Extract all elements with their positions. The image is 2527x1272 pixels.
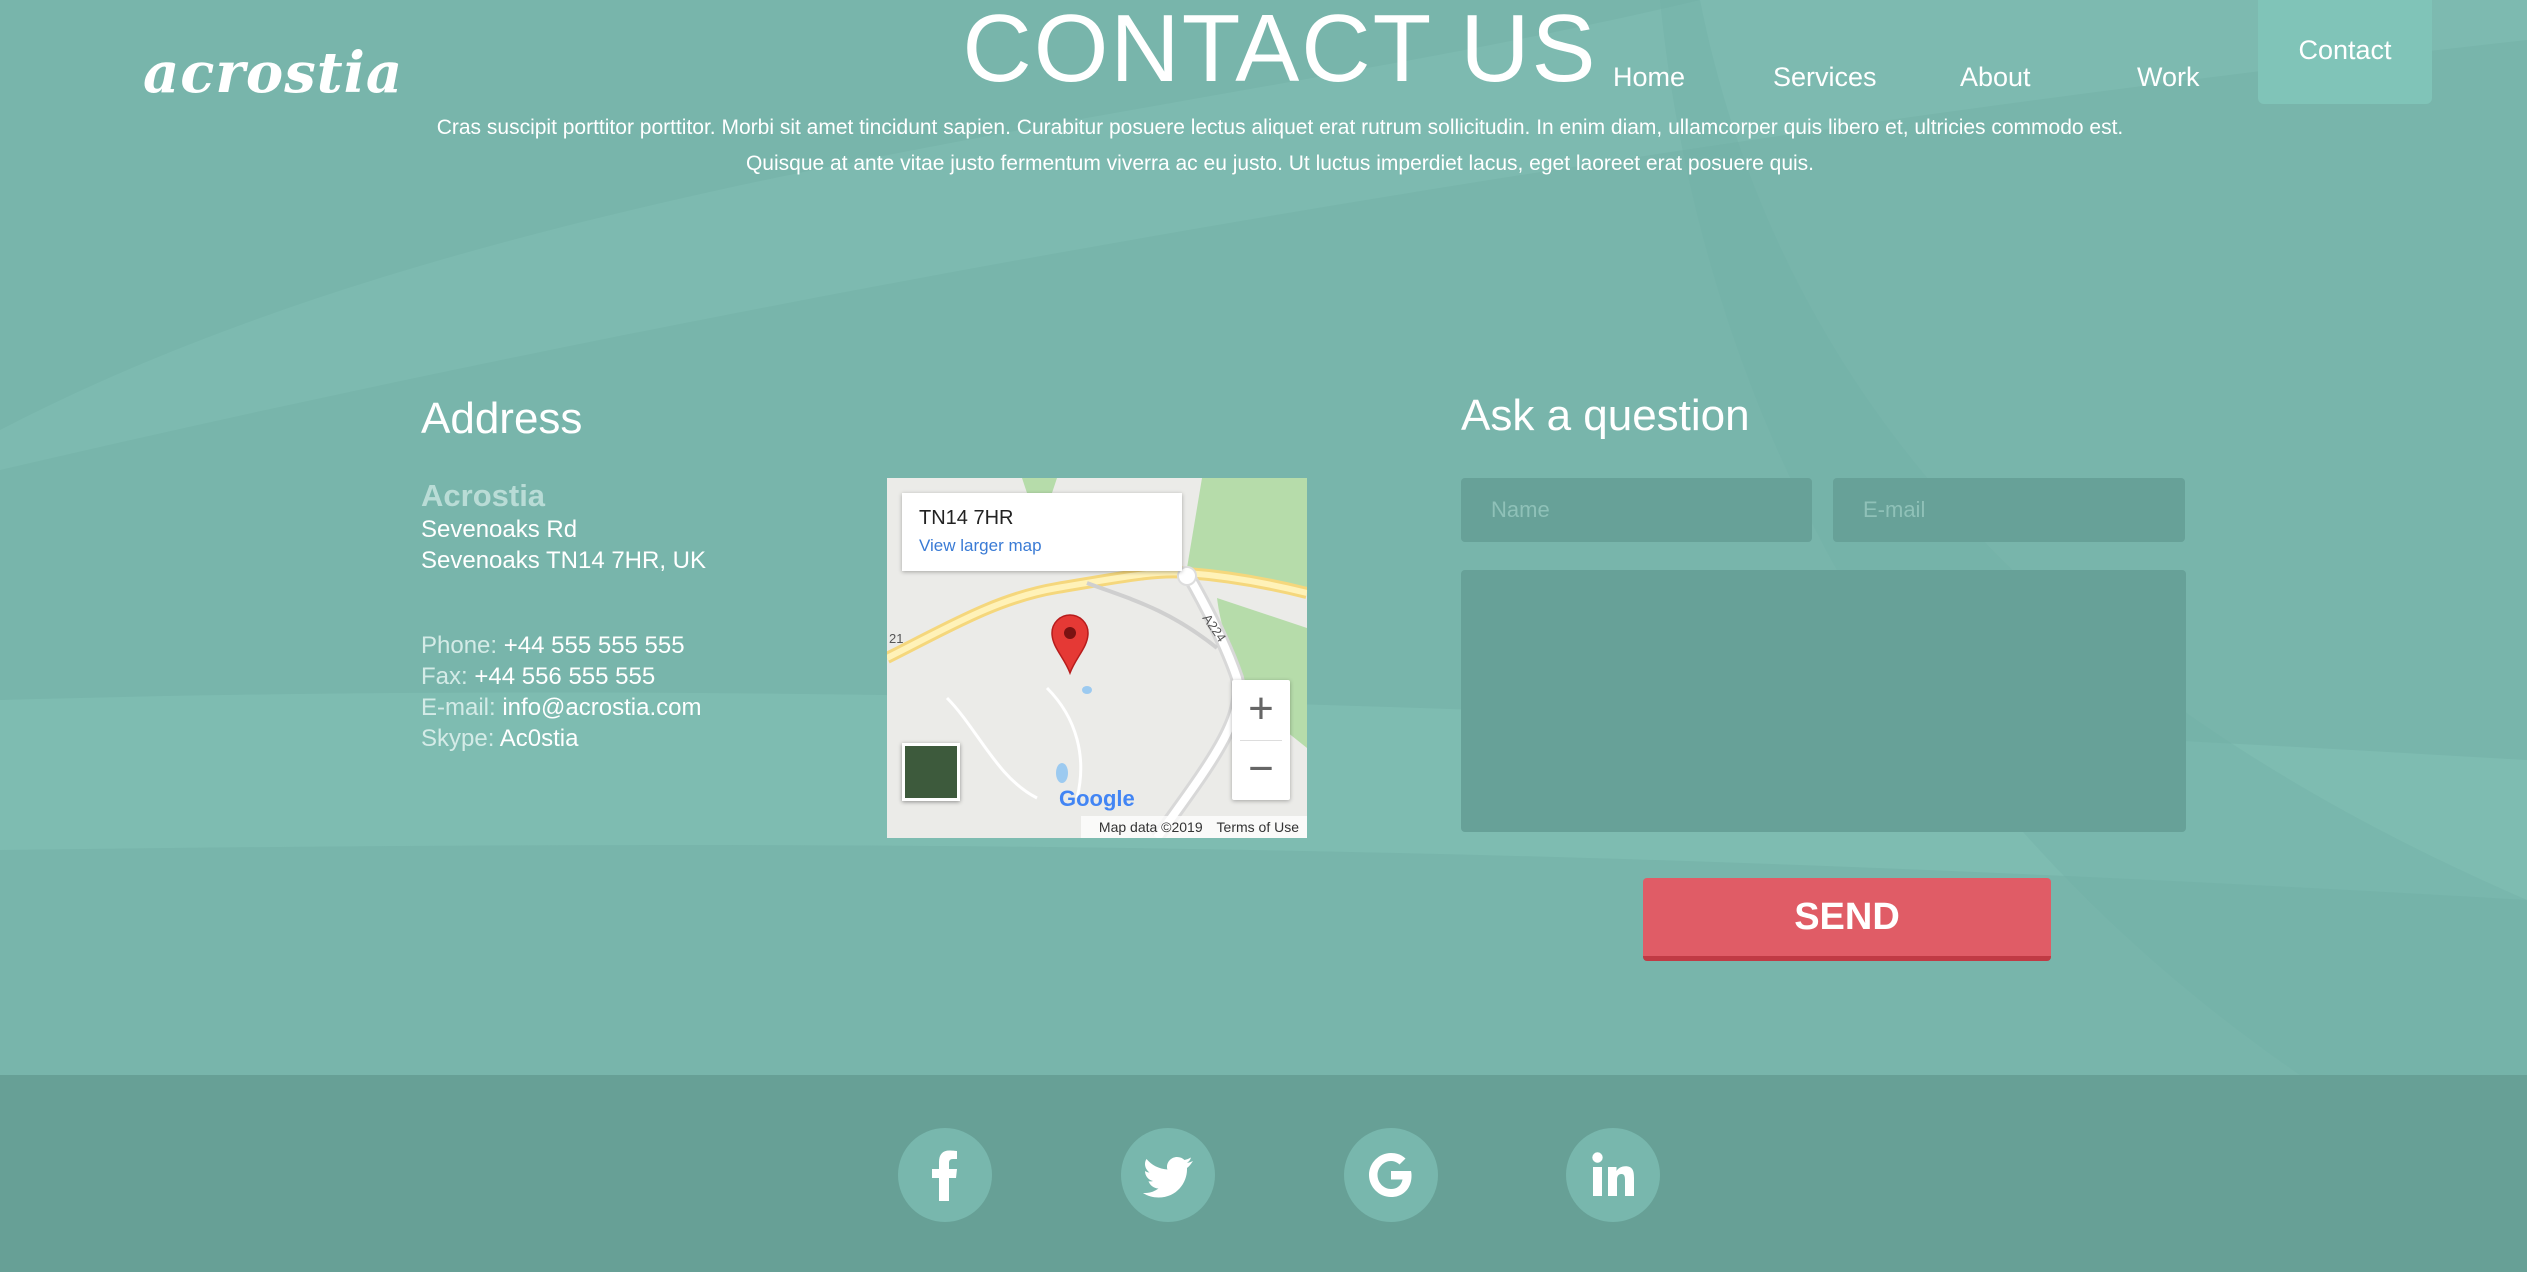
map-info-card: TN14 7HR View larger map (902, 493, 1182, 571)
embedded-map[interactable]: A224 21 TN14 7HR View larger map Google … (887, 478, 1307, 838)
email-label: E-mail: (421, 694, 496, 721)
address-heading: Address (421, 394, 583, 443)
map-zoom-controls: + − (1232, 680, 1290, 800)
google-plus-button[interactable] (1344, 1128, 1438, 1222)
fax-label: Fax: (421, 663, 468, 690)
street-address: Sevenoaks Rd (421, 516, 578, 543)
map-pin-icon[interactable] (1050, 613, 1090, 675)
skype-value[interactable]: Ac0stia (500, 725, 579, 752)
zoom-in-button[interactable]: + (1232, 680, 1290, 740)
name-input[interactable] (1461, 478, 1812, 542)
email-line: E-mail: info@acrostia.com (421, 694, 701, 722)
nav-item-contact[interactable]: Contact (2258, 0, 2432, 104)
zoom-out-button[interactable]: − (1232, 740, 1290, 800)
linkedin-icon (1592, 1152, 1634, 1196)
fax-value: +44 556 555 555 (474, 663, 656, 690)
facebook-button[interactable] (898, 1128, 992, 1222)
terms-of-use-link[interactable]: Terms of Use (1217, 819, 1299, 835)
nav-item-home[interactable]: Home (1613, 62, 1685, 93)
intro-text: Cras suscipit porttitor porttitor. Morbi… (380, 110, 2180, 182)
intro-line-2: Quisque at ante vitae justo fermentum vi… (745, 152, 1815, 175)
footer (0, 1075, 2527, 1272)
company-name: Acrostia (421, 478, 546, 513)
send-button[interactable]: SEND (1643, 878, 2051, 961)
nav-item-services[interactable]: Services (1773, 62, 1877, 93)
nav-item-about[interactable]: About (1960, 62, 2031, 93)
map-place-name: TN14 7HR (919, 507, 1014, 529)
twitter-icon (1143, 1157, 1193, 1198)
view-larger-map-link[interactable]: View larger map (919, 536, 1042, 556)
skype-line: Skype: Ac0stia (421, 725, 578, 753)
facebook-icon (932, 1150, 957, 1201)
form-heading: Ask a question (1461, 391, 1750, 440)
email-value[interactable]: info@acrostia.com (502, 694, 701, 721)
google-icon (1369, 1153, 1412, 1197)
phone-label: Phone: (421, 632, 498, 659)
phone-value[interactable]: +44 555 555 555 (504, 632, 685, 659)
phone-line: Phone: +44 555 555 555 (421, 632, 685, 660)
message-textarea[interactable] (1461, 570, 2186, 832)
satellite-view-toggle[interactable] (902, 743, 960, 801)
skype-label: Skype: (421, 725, 495, 752)
map-data-text: Map data ©2019 (1098, 819, 1203, 835)
linkedin-button[interactable] (1566, 1128, 1660, 1222)
intro-line-1: Cras suscipit porttitor porttitor. Morbi… (436, 116, 2124, 139)
nav-item-work[interactable]: Work (2137, 62, 2200, 93)
email-input[interactable] (1833, 478, 2185, 542)
city-address: Sevenoaks TN14 7HR, UK (421, 547, 707, 574)
google-logo: Google (1059, 786, 1135, 812)
page: acrostia CONTACT US Cras suscipit portti… (0, 0, 2527, 1272)
twitter-button[interactable] (1121, 1128, 1215, 1222)
fax-line: Fax: +44 556 555 555 (421, 663, 655, 691)
map-road-label-21: 21 (889, 631, 903, 646)
map-attribution: Map data ©2019 Terms of Use (1080, 816, 1307, 838)
google-logo-text: Google (1059, 786, 1135, 811)
